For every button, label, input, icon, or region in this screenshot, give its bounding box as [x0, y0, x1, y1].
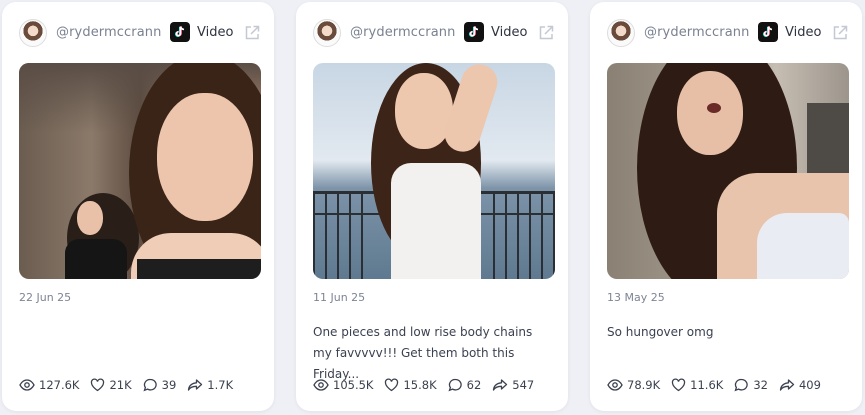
card-header: @rydermccrann Video — [19, 19, 260, 49]
post-caption: So hungover omg — [607, 325, 714, 339]
likes-count: 15.8K — [403, 378, 437, 392]
post-card[interactable]: @rydermccrann Video 22 Jun 25 127.6K 21K — [2, 2, 274, 411]
avatar[interactable] — [19, 19, 47, 47]
video-thumbnail[interactable] — [607, 63, 849, 279]
comment-icon — [448, 378, 462, 392]
video-thumbnail[interactable] — [19, 63, 261, 279]
comments-stat: 39 — [143, 378, 177, 392]
heart-icon — [672, 378, 686, 392]
avatar[interactable] — [313, 19, 341, 47]
creator-handle[interactable]: @rydermccrann — [350, 25, 455, 40]
views-stat: 78.9K — [607, 378, 660, 392]
comments-count: 39 — [161, 378, 177, 392]
avatar[interactable] — [607, 19, 635, 47]
card-header: @rydermccrann Video — [607, 19, 848, 49]
likes-count: 21K — [109, 378, 132, 392]
views-count: 105.5K — [333, 378, 374, 392]
engagement-stats: 127.6K 21K 39 1.7K — [19, 376, 244, 394]
creator-handle[interactable]: @rydermccrann — [56, 25, 161, 40]
share-icon — [188, 379, 203, 391]
comments-count: 62 — [466, 378, 482, 392]
share-icon — [779, 379, 795, 391]
views-count: 78.9K — [627, 378, 661, 392]
shares-count: 409 — [798, 378, 821, 392]
likes-stat: 15.8K — [384, 378, 437, 392]
tiktok-icon — [758, 22, 778, 42]
post-date: 22 Jun 25 — [19, 291, 72, 304]
tiktok-icon — [464, 22, 484, 42]
post-card[interactable]: @rydermccrann Video 13 May 25 So hungove… — [590, 2, 862, 411]
likes-count: 11.6K — [690, 378, 724, 392]
shares-count: 1.7K — [207, 378, 234, 392]
eye-icon — [19, 379, 35, 391]
comment-icon — [734, 378, 749, 392]
creator-handle[interactable]: @rydermccrann — [644, 25, 749, 40]
external-link-icon[interactable] — [243, 24, 261, 46]
media-type-label: Video — [785, 25, 822, 40]
engagement-stats: 78.9K 11.6K 32 409 — [607, 376, 832, 394]
shares-count: 547 — [512, 378, 535, 392]
post-card[interactable]: @rydermccrann Video 11 Jun 25 One pieces… — [296, 2, 568, 411]
comment-icon — [143, 378, 157, 392]
shares-stat: 547 — [492, 378, 534, 392]
likes-stat: 11.6K — [671, 378, 723, 392]
likes-stat: 21K — [90, 378, 132, 392]
media-type-label: Video — [197, 25, 234, 40]
share-icon — [493, 379, 508, 391]
external-link-icon[interactable] — [831, 24, 849, 46]
eye-icon — [607, 379, 623, 391]
views-stat: 127.6K — [19, 378, 79, 392]
comments-count: 32 — [753, 378, 768, 392]
media-type-label: Video — [491, 25, 528, 40]
comments-stat: 32 — [734, 378, 768, 392]
shares-stat: 409 — [779, 378, 821, 392]
eye-icon — [313, 379, 329, 391]
post-date: 13 May 25 — [607, 291, 665, 304]
external-link-icon[interactable] — [537, 24, 555, 46]
post-date: 11 Jun 25 — [313, 291, 366, 304]
views-count: 127.6K — [39, 378, 80, 392]
engagement-stats: 105.5K 15.8K 62 547 — [313, 376, 545, 394]
comments-stat: 62 — [448, 378, 482, 392]
video-thumbnail[interactable] — [313, 63, 555, 279]
card-header: @rydermccrann Video — [313, 19, 554, 49]
heart-icon — [91, 378, 105, 392]
views-stat: 105.5K — [313, 378, 373, 392]
heart-icon — [385, 378, 399, 392]
shares-stat: 1.7K — [187, 378, 233, 392]
tiktok-icon — [170, 22, 190, 42]
